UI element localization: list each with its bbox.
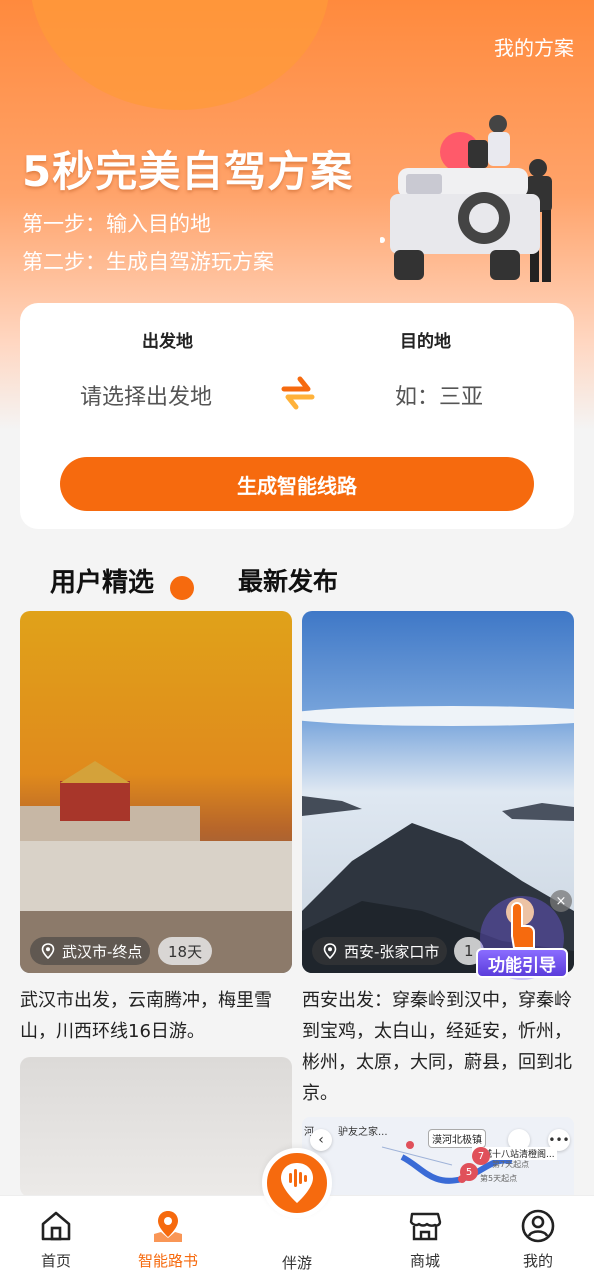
step-one-text: 第一步：输入目的地 [22,212,211,236]
tab-latest[interactable]: 最新发布 [238,562,338,598]
location-pin-icon [323,943,337,959]
nav-home[interactable]: 首页 [16,1208,96,1271]
nav-smart-roadbook[interactable]: 智能路书 [128,1208,208,1271]
destination-field[interactable]: 如：三亚 [395,379,483,411]
content-tabs: 用户精选 最新发布 [0,562,594,602]
location-pill: 武汉市-终点 [30,937,151,965]
generate-route-button[interactable]: 生成智能线路 [60,457,534,511]
map-label: 驴友之家... [338,1127,388,1138]
route-card-wuhan[interactable]: 武汉市-终点 18天 [20,611,292,973]
location-pill: 西安-张家口市 [312,937,448,965]
route-description[interactable]: 武汉市出发，云南腾冲，梅里雪山，川西环线16日游。 [20,985,292,1047]
my-plan-link[interactable]: 我的方案 [494,32,574,61]
guide-close-button[interactable]: × [550,890,572,912]
map-label: 第5天起点 [480,1174,518,1183]
location-pin-icon [41,943,55,959]
hero-title: 5秒完美自驾方案 [22,147,354,196]
tab-user-featured[interactable]: 用户精选 [50,562,154,599]
nav-label: 首页 [40,1252,71,1270]
voice-icon [281,1163,313,1203]
map-marker-number: 7 [472,1147,490,1165]
destination-label: 目的地 [400,332,451,352]
location-text: 西安-张家口市 [344,942,440,961]
user-icon [521,1209,555,1243]
route-card-partial[interactable] [20,1057,292,1197]
jeep-travelers-illustration [380,115,552,282]
map-back-button[interactable]: ‹ [310,1129,332,1151]
map-label: 第7天起点 [492,1160,530,1169]
nav-companion-button[interactable] [262,1148,332,1218]
swap-icon[interactable] [278,373,318,413]
hero-decor-circle [30,0,330,110]
nav-label: 智能路书 [137,1252,198,1270]
home-icon [41,1211,71,1241]
departure-label: 出发地 [142,332,193,352]
active-tab-indicator [170,576,194,600]
map-label: 漠河北极镇 [428,1129,486,1148]
nav-label: 商城 [409,1252,440,1270]
nav-companion-label: 伴游 [281,1254,312,1272]
departure-field[interactable]: 请选择出发地 [80,379,212,411]
nav-label: 我的 [522,1252,553,1270]
map-pin-icon [154,1211,182,1242]
store-icon [409,1212,442,1241]
nav-store[interactable]: 商城 [385,1208,465,1271]
map-marker-number: 5 [460,1163,478,1181]
route-map-thumbnail[interactable]: 河 驴友之家... ‹ 漠河北极镇 ••• 塔城十八站清橙阁... 第7天起点 … [302,1117,574,1197]
route-planner-card: 出发地 目的地 请选择出发地 如：三亚 生成智能线路 [20,303,574,529]
nav-mine[interactable]: 我的 [498,1208,578,1271]
location-text: 武汉市-终点 [62,942,143,961]
days-pill: 18天 [158,937,213,965]
guide-button[interactable]: 功能引导 [476,948,568,978]
tibetan-monastery-photo [20,611,292,973]
step-two-text: 第二步：生成自驾游玩方案 [22,250,274,274]
route-description[interactable]: 西安出发：穿秦岭到汉中，穿秦岭到宝鸡，太白山，经延安，忻州，彬州，太原，大同，蔚… [302,985,574,1109]
